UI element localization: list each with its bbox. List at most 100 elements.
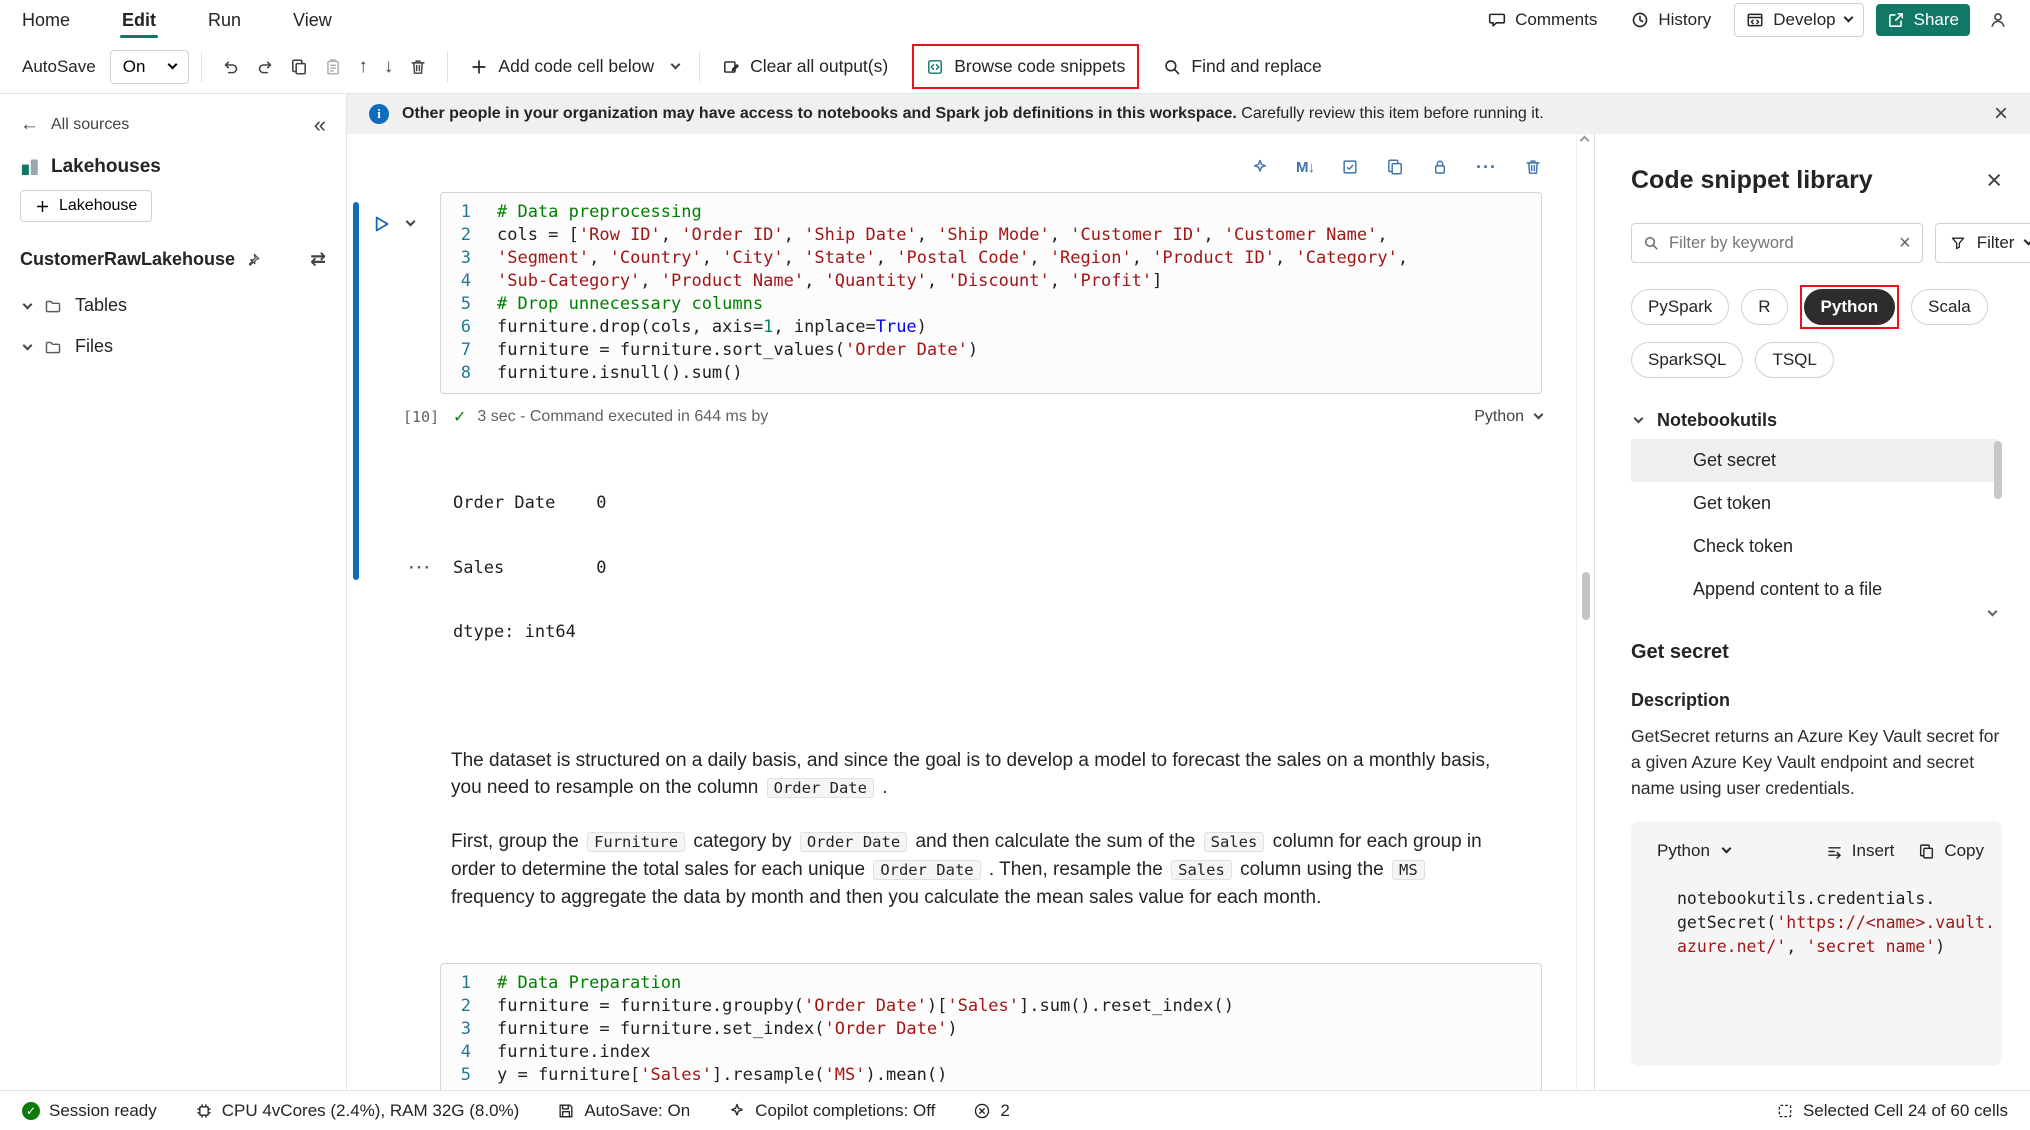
scrollbar-thumb[interactable] <box>1582 572 1590 620</box>
menu-item-run[interactable]: Run <box>206 1 243 40</box>
snippet-group-notebookutils[interactable]: Notebookutils <box>1631 410 2002 431</box>
develop-button[interactable]: Develop <box>1734 3 1863 37</box>
share-button[interactable]: Share <box>1876 4 1970 36</box>
success-check-icon: ✓ <box>453 407 466 427</box>
scrollbar-thumb[interactable] <box>1994 441 2002 499</box>
snippet-language-value: Python <box>1657 841 1710 861</box>
arrow-up-icon: ↑ <box>358 57 368 76</box>
autosave-toggle[interactable]: On <box>110 50 190 84</box>
pin-icon[interactable] <box>245 252 261 268</box>
all-sources-label[interactable]: All sources <box>51 116 129 134</box>
description-text: GetSecret returns an Azure Key Vault sec… <box>1631 723 2002 801</box>
tag-scala[interactable]: Scala <box>1911 289 1988 325</box>
delete-cell-button[interactable] <box>401 50 435 84</box>
highlight-python-tag: Python <box>1800 285 1900 329</box>
autosave-value: On <box>123 57 146 77</box>
move-cell-up-button[interactable]: ↑ <box>350 49 376 84</box>
resource-usage[interactable]: CPU 4vCores (2.4%), RAM 32G (8.0%) <box>195 1101 520 1121</box>
snippet-item-get-token[interactable]: Get token <box>1631 482 1998 525</box>
tag-sparksql[interactable]: SparkSQL <box>1631 342 1743 378</box>
snippet-code-preview[interactable]: notebookutils.credentials.getSecret('htt… <box>1677 887 1984 959</box>
trash-icon <box>409 58 427 76</box>
add-cell-menu-button[interactable] <box>664 58 687 76</box>
convert-to-markdown-icon[interactable]: M↓ <box>1296 159 1314 176</box>
menu-item-view[interactable]: View <box>291 1 334 40</box>
tag-python[interactable]: Python <box>1804 289 1896 325</box>
delete-cell-icon[interactable] <box>1524 158 1542 176</box>
notebook-scrollbar[interactable] <box>1576 134 1594 1090</box>
execution-status: 3 sec - Command executed in 644 ms by <box>477 408 768 426</box>
session-status[interactable]: ✓ Session ready <box>22 1101 157 1121</box>
folder-icon <box>44 338 62 356</box>
copy-button[interactable] <box>282 50 316 84</box>
filter-button[interactable]: Filter <box>1935 223 2030 263</box>
snippet-language-selector[interactable]: Python <box>1649 835 1738 867</box>
output-collapse-toggle[interactable]: ··· <box>409 450 453 687</box>
markdown-paragraph: First, group the Furniture category by O… <box>451 828 1512 911</box>
switch-lakehouse-icon[interactable]: ⇄ <box>310 248 326 271</box>
output-line: Order Date 0 <box>453 493 607 515</box>
cell-toolbar: M↓ ··· <box>347 154 1542 180</box>
paste-icon <box>324 58 342 76</box>
menu-item-edit[interactable]: Edit <box>120 1 158 40</box>
comments-button[interactable]: Comments <box>1477 4 1608 36</box>
plus-icon <box>470 58 488 76</box>
output-text: Order Date 0 Sales 0 dtype: int64 <box>453 450 607 687</box>
duplicate-cell-icon[interactable] <box>1386 158 1404 176</box>
language-filter-tags: PySpark R Python Scala SparkSQL TSQL <box>1631 285 2002 378</box>
code-cell-1: 1# Data preprocessing2cols = ['Row ID', … <box>440 192 1542 394</box>
more-options-icon[interactable]: ··· <box>1476 157 1497 178</box>
banner-close-button[interactable]: × <box>1994 102 2008 126</box>
snippet-search-box[interactable]: × <box>1631 223 1923 263</box>
account-avatar[interactable] <box>1982 4 2014 36</box>
undo-button[interactable] <box>214 50 248 84</box>
info-banner: i Other people in your organization may … <box>347 94 2030 134</box>
back-arrow-icon[interactable]: ← <box>20 114 39 136</box>
snippet-item-get-secret[interactable]: Get secret <box>1631 439 1998 482</box>
clear-search-icon[interactable]: × <box>1899 233 1911 253</box>
tag-r[interactable]: R <box>1741 289 1787 325</box>
code-editor-1[interactable]: 1# Data preprocessing2cols = ['Row ID', … <box>441 201 1541 385</box>
panel-close-button[interactable]: × <box>1986 167 2002 194</box>
add-lakehouse-button[interactable]: Lakehouse <box>20 190 152 222</box>
history-label: History <box>1658 10 1711 30</box>
paste-button[interactable] <box>316 50 350 84</box>
find-replace-label: Find and replace <box>1191 56 1321 77</box>
menu-item-home[interactable]: Home <box>20 1 72 40</box>
sidebar-item-tables[interactable]: Tables <box>0 285 346 326</box>
validate-cell-icon[interactable] <box>1341 158 1359 176</box>
scroll-up-icon[interactable] <box>1580 136 1590 146</box>
collapse-sidebar-icon[interactable]: « <box>314 114 326 136</box>
markdown-cell[interactable]: The dataset is structured on a daily bas… <box>451 747 1512 911</box>
collapse-cell-icon[interactable] <box>406 217 416 227</box>
move-cell-down-button[interactable]: ↓ <box>376 49 402 84</box>
snippet-item-append-content[interactable]: Append content to a file <box>1631 568 1998 611</box>
history-button[interactable]: History <box>1620 4 1722 36</box>
cell-language-selector[interactable]: Python <box>1474 408 1542 426</box>
insert-snippet-button[interactable]: Insert <box>1826 841 1895 861</box>
panel-title: Code snippet library <box>1631 166 1873 195</box>
sidebar-item-files[interactable]: Files <box>0 326 346 367</box>
clear-all-outputs-button[interactable]: Clear all output(s) <box>712 48 898 85</box>
find-and-replace-button[interactable]: Find and replace <box>1153 48 1331 85</box>
code-cell-2: 1# Data Preparation2furniture = furnitur… <box>440 963 1542 1091</box>
code-editor-2[interactable]: 1# Data Preparation2furniture = furnitur… <box>441 972 1541 1091</box>
comment-icon <box>1488 11 1506 29</box>
copy-snippet-button[interactable]: Copy <box>1918 841 1984 861</box>
tag-tsql[interactable]: TSQL <box>1755 342 1833 378</box>
snippet-list-scrollbar[interactable] <box>1992 439 2002 597</box>
lock-cell-icon[interactable] <box>1431 158 1449 176</box>
copilot-icon[interactable] <box>1251 158 1269 176</box>
redo-button[interactable] <box>248 50 282 84</box>
snippet-item-check-token[interactable]: Check token <box>1631 525 1998 568</box>
lakehouse-item[interactable]: CustomerRawLakehouse ⇄ <box>0 234 346 285</box>
error-counter[interactable]: 2 <box>973 1101 1009 1121</box>
browse-code-snippets-button[interactable]: Browse code snippets <box>916 48 1135 85</box>
snippet-search-input[interactable] <box>1669 234 1889 253</box>
copilot-status[interactable]: Copilot completions: Off <box>728 1101 935 1121</box>
browse-snippets-label: Browse code snippets <box>954 56 1125 77</box>
tag-pyspark[interactable]: PySpark <box>1631 289 1729 325</box>
add-code-cell-button[interactable]: Add code cell below <box>460 48 664 85</box>
autosave-status[interactable]: AutoSave: On <box>557 1101 690 1121</box>
run-cell-icon[interactable] <box>371 214 391 234</box>
